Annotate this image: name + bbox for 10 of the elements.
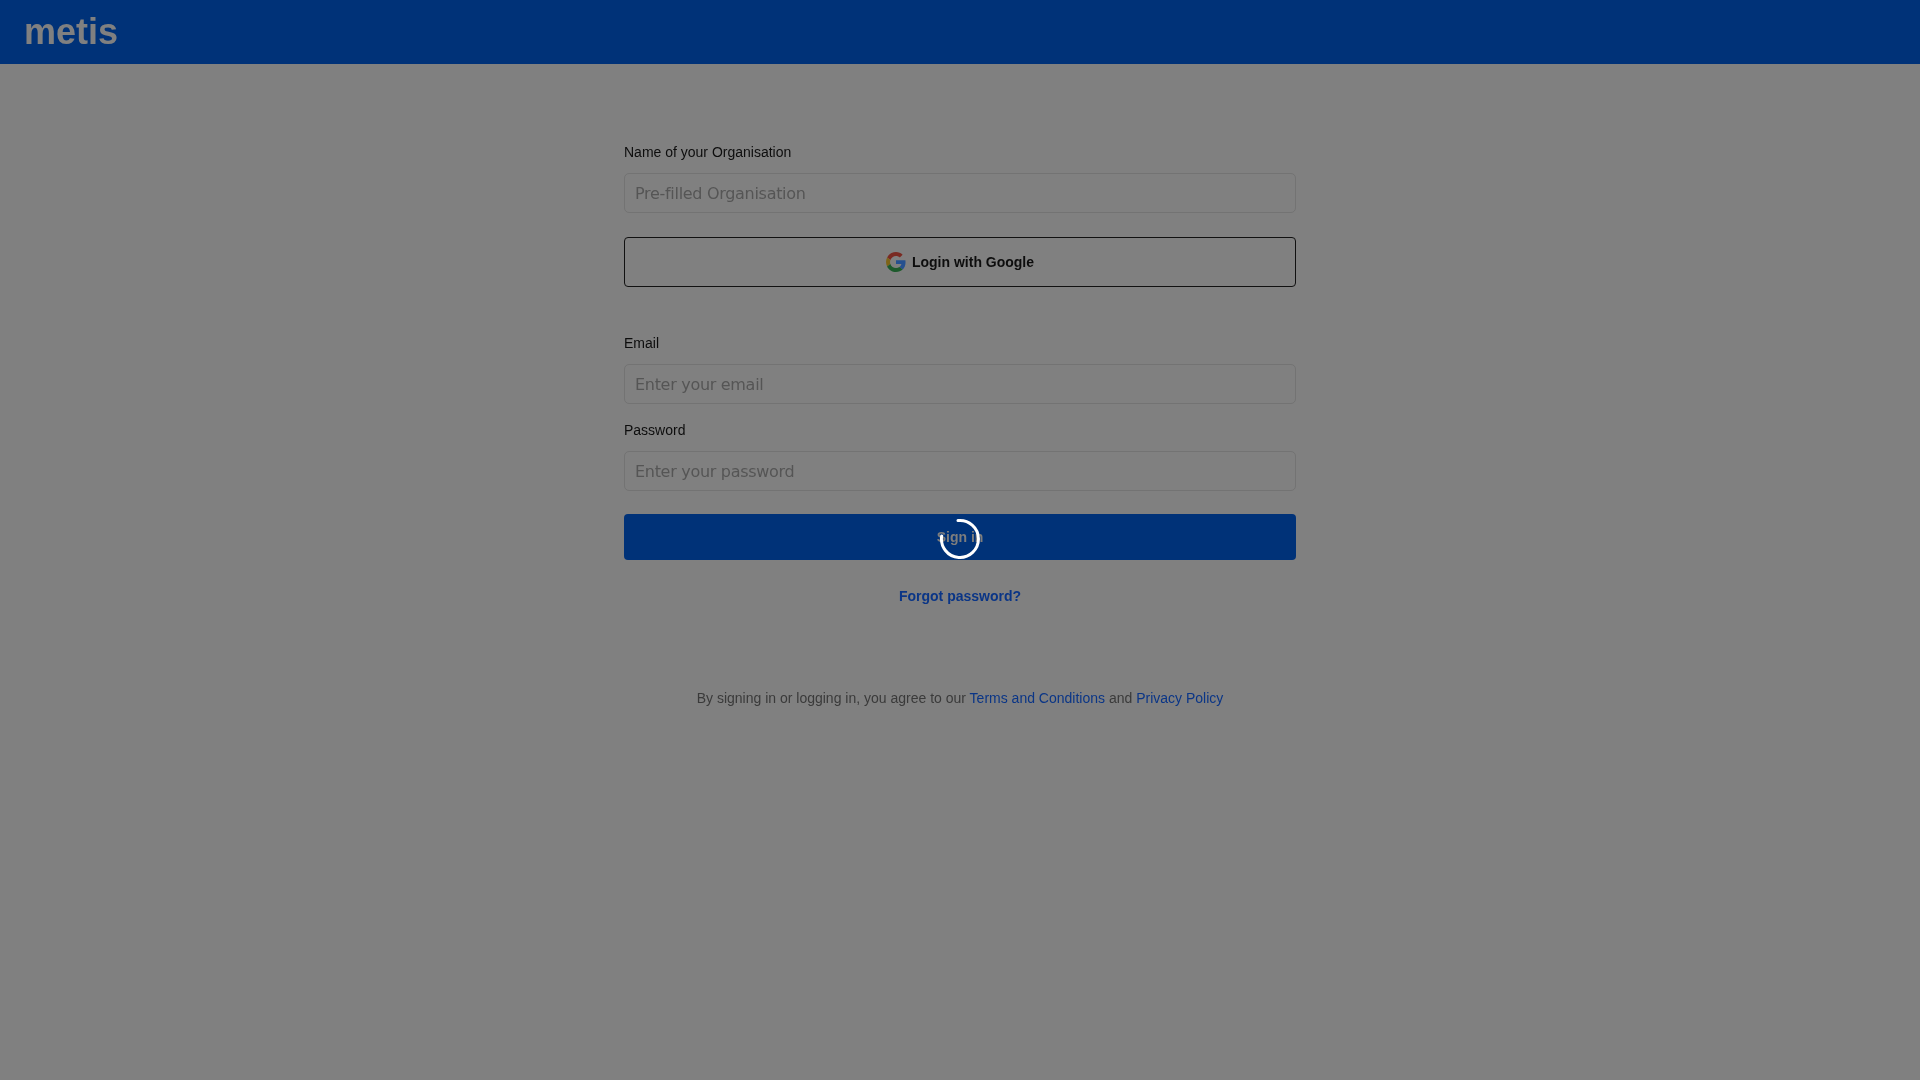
google-g-icon <box>885 252 906 272</box>
metis-logo[interactable]: metis <box>24 14 119 50</box>
terms-notice: By signing in or logging in, you agree to our Terms and Conditions and Privacy Policy <box>696 689 1224 708</box>
google-login-button[interactable]: Login with Google <box>624 237 1296 287</box>
field-label: Password <box>624 421 686 440</box>
field-label: Email <box>624 334 659 353</box>
footer-link[interactable]: Privacy Policy <box>1136 690 1224 706</box>
forgot-password-link[interactable]: Forgot password? <box>898 586 1022 606</box>
field-label: Name of your Organisation <box>624 143 792 162</box>
footer-link[interactable]: Terms and Conditions <box>969 690 1105 706</box>
